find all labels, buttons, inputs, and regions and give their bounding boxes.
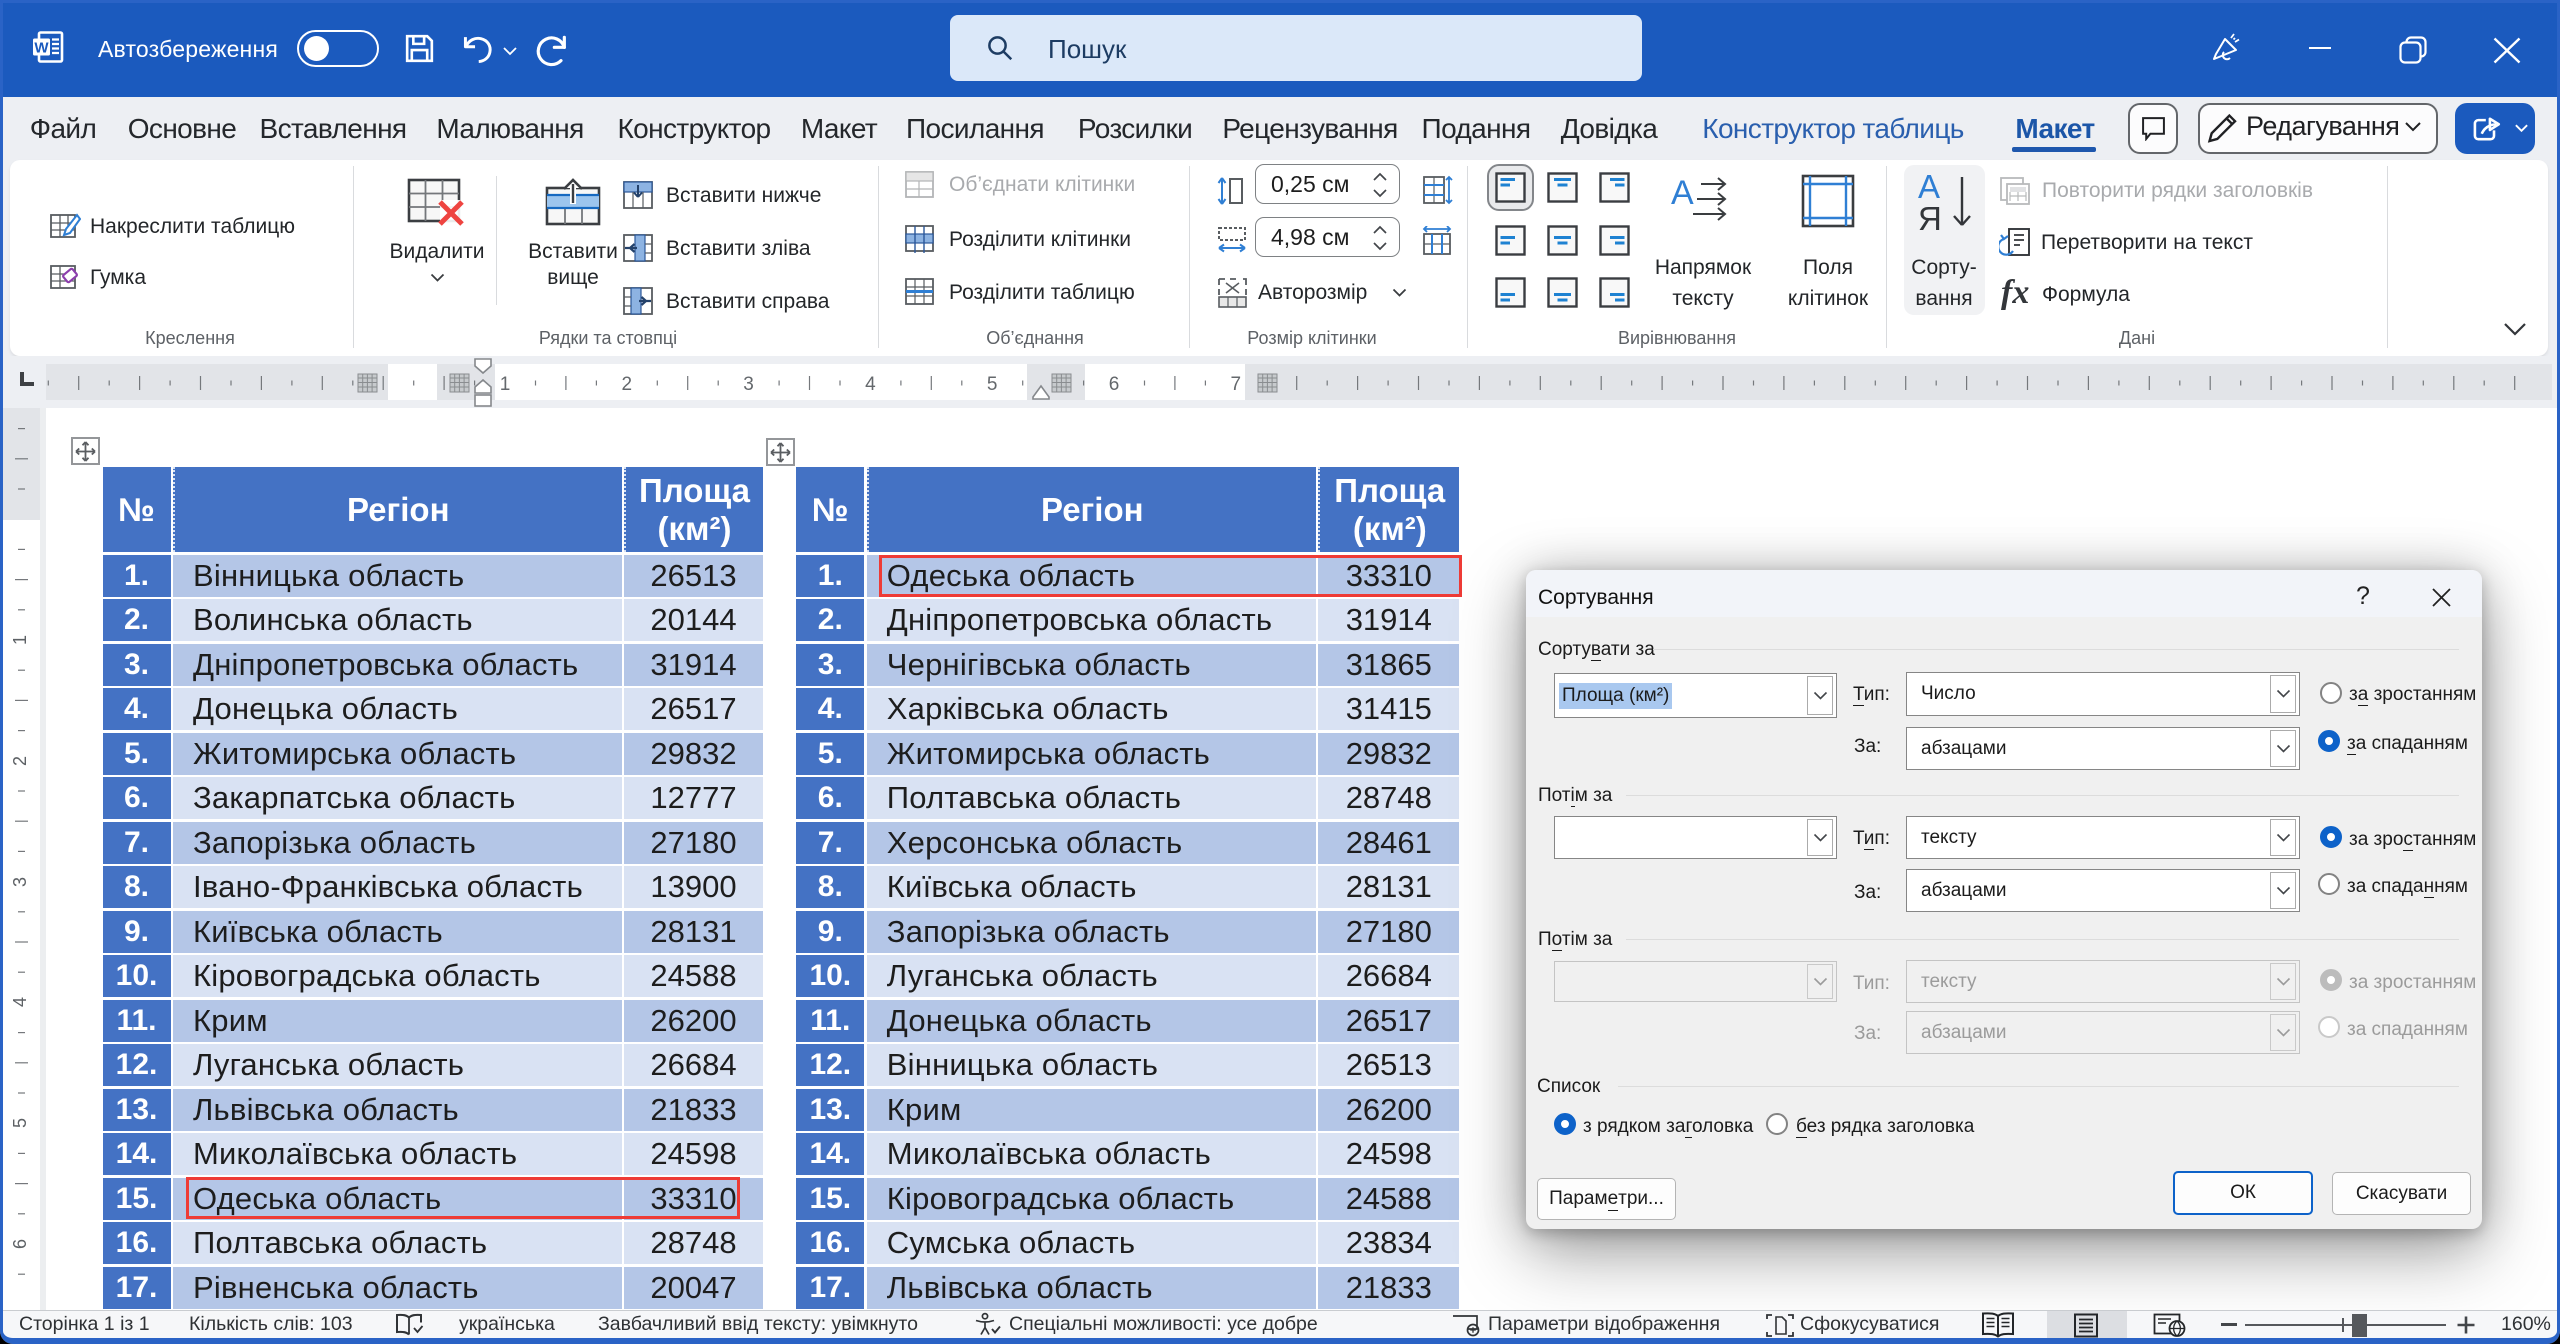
- svg-text:1: 1: [500, 374, 511, 395]
- svg-text:1: 1: [10, 635, 30, 645]
- svg-text:6: 6: [10, 1239, 30, 1249]
- svg-text:4: 4: [865, 374, 876, 395]
- svg-text:3: 3: [743, 374, 754, 395]
- svg-text:5: 5: [10, 1118, 30, 1128]
- svg-text:2: 2: [10, 756, 30, 766]
- svg-text:5: 5: [987, 374, 998, 395]
- svg-text:2: 2: [622, 374, 633, 395]
- svg-text:4: 4: [10, 997, 30, 1007]
- svg-text:6: 6: [1109, 374, 1120, 395]
- svg-text:7: 7: [1231, 374, 1242, 395]
- svg-text:A: A: [1671, 174, 1694, 212]
- svg-text:3: 3: [10, 877, 30, 887]
- svg-text:W: W: [34, 40, 49, 57]
